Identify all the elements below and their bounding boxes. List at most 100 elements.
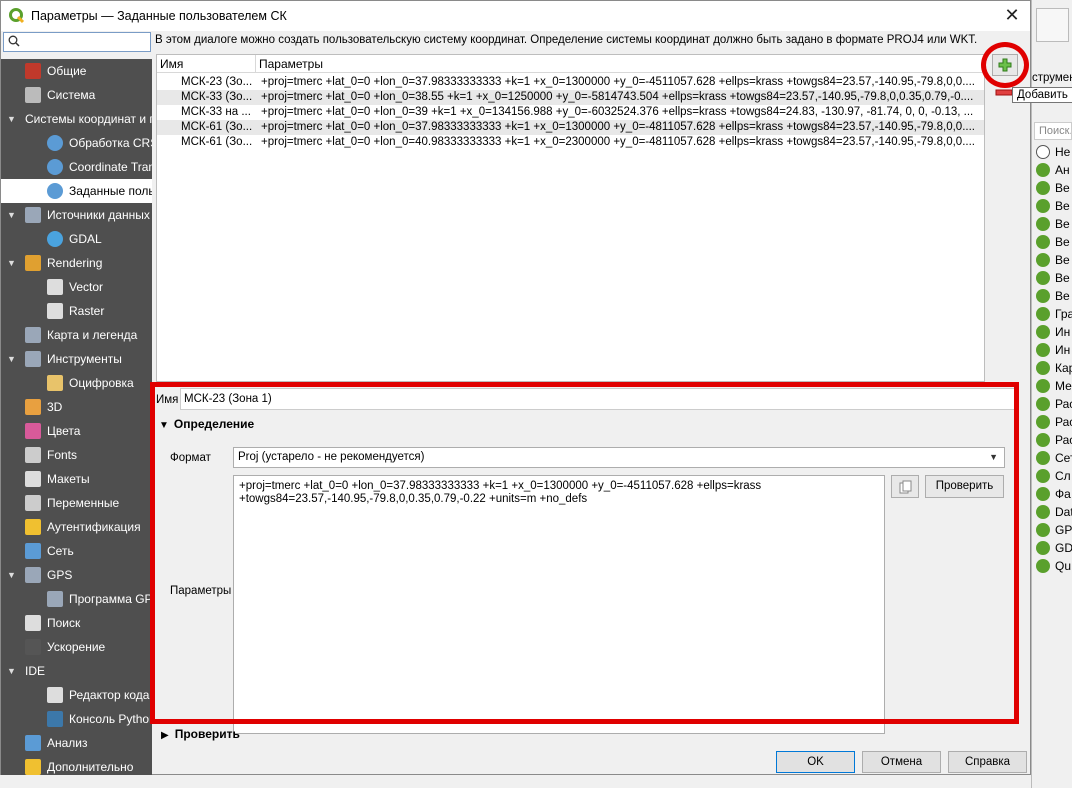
table-header: Имя Параметры <box>157 55 984 73</box>
toolbox-item[interactable]: Рас <box>1036 395 1072 413</box>
sidebar-item[interactable]: ▼ Системы координат и пр <box>1 107 152 131</box>
table-row[interactable]: МСК-33 (Зо... +proj=tmerc +lat_0=0 +lon_0… <box>157 90 984 105</box>
toolbox-item[interactable]: Рас <box>1036 431 1072 449</box>
sidebar-item[interactable]: ▼ GPS <box>1 563 152 587</box>
table-row[interactable]: МСК-61 (Зо... +proj=tmerc +lat_0=0 +lon_0… <box>157 120 984 135</box>
toolbox-title: струмен <box>1032 72 1072 84</box>
toolbox-item-label: Рас <box>1055 415 1072 429</box>
toolbox-item[interactable]: GD <box>1036 539 1072 557</box>
sidebar-item[interactable]: Аутентификация <box>1 515 152 539</box>
sidebar-item[interactable]: Fonts <box>1 443 152 467</box>
toolbox-item[interactable]: Не <box>1036 143 1070 161</box>
custom-crs-table[interactable]: Имя Параметры МСК-23 (Зо... +proj=tmerc +… <box>156 54 985 382</box>
toolbox-item[interactable]: Ин <box>1036 341 1070 359</box>
sidebar-item[interactable]: ▼ Инструменты <box>1 347 152 371</box>
qgis-provider-icon <box>1036 379 1050 393</box>
toolbox-item[interactable]: Ве <box>1036 197 1070 215</box>
toolbox-item[interactable]: Сл <box>1036 467 1071 485</box>
sidebar-item[interactable]: ▼ Rendering <box>1 251 152 275</box>
sidebar-item[interactable]: Консоль Python <box>1 707 152 731</box>
sidebar-item[interactable]: Цвета <box>1 419 152 443</box>
sidebar-item[interactable]: Поиск <box>1 611 152 635</box>
crs-options-dialog: Параметры — Заданные пользователем СК ✕ … <box>0 0 1031 775</box>
sidebar-item[interactable]: Система <box>1 83 152 107</box>
sidebar-item[interactable]: Coordinate Transf <box>1 155 152 179</box>
toolbox-item[interactable]: Рас <box>1036 413 1072 431</box>
sidebar-item[interactable]: Заданные поль <box>1 179 152 203</box>
globe-user-icon <box>47 183 63 199</box>
toolbox-item-label: Ве <box>1055 217 1070 231</box>
sidebar-item[interactable]: ▼ IDE <box>1 659 152 683</box>
toolbox-item[interactable]: Ве <box>1036 287 1070 305</box>
sidebar-item[interactable]: Ускорение <box>1 635 152 659</box>
expand-arrow-icon[interactable]: ▼ <box>7 563 16 587</box>
brush-icon <box>25 255 41 271</box>
sidebar-item[interactable]: Карта и легенда <box>1 323 152 347</box>
sidebar-item[interactable]: Редактор кода <box>1 683 152 707</box>
toolbox-item[interactable]: GP <box>1036 521 1072 539</box>
check-section-header[interactable]: ▶ Проверить <box>161 727 240 741</box>
crs-name-cell: МСК-33 на ... <box>181 106 251 118</box>
sidebar-item[interactable]: ▼ Источники данных <box>1 203 152 227</box>
toolbox-item[interactable]: Фа <box>1036 485 1071 503</box>
sidebar-item[interactable]: Макеты <box>1 467 152 491</box>
toolbox-item[interactable]: Гра <box>1036 305 1072 323</box>
sidebar-item[interactable]: Raster <box>1 299 152 323</box>
sidebar-item[interactable]: Дополнительно <box>1 755 152 775</box>
vector-icon <box>47 279 63 295</box>
toolbox-item[interactable]: Ме <box>1036 377 1072 395</box>
toolbox-item[interactable]: Ве <box>1036 179 1070 197</box>
sidebar-item[interactable]: Оцифровка <box>1 371 152 395</box>
sidebar-item[interactable]: Анализ <box>1 731 152 755</box>
toolbox-item[interactable]: Ве <box>1036 251 1070 269</box>
gps-icon <box>47 591 63 607</box>
variable-icon <box>25 495 41 511</box>
toolbox-item[interactable]: Сет <box>1036 449 1072 467</box>
sidebar-item-label: Сеть <box>47 544 74 558</box>
sidebar-item[interactable]: Программа GPS <box>1 587 152 611</box>
sidebar-item[interactable]: Общие <box>1 59 152 83</box>
help-button[interactable]: Справка <box>948 751 1027 773</box>
expand-arrow-icon[interactable]: ▼ <box>7 347 16 371</box>
sidebar-item[interactable]: Сеть <box>1 539 152 563</box>
sidebar-item-label: GPS <box>47 568 73 582</box>
raster-icon <box>47 303 63 319</box>
toolbox-item[interactable]: Dat <box>1036 503 1072 521</box>
toolbox-item[interactable]: Ве <box>1036 215 1070 233</box>
sidebar-item-label: Карта и легенда <box>47 328 138 342</box>
expand-arrow-icon[interactable]: ▼ <box>7 203 16 227</box>
analysis-icon <box>25 735 41 751</box>
table-row[interactable]: МСК-33 на ... +proj=tmerc +lat_0=0 +lon_0… <box>157 105 984 120</box>
title-bar[interactable]: Параметры — Заданные пользователем СК ✕ <box>1 1 1030 31</box>
toolbox-item[interactable]: Ан <box>1036 161 1070 179</box>
ok-button[interactable]: OK <box>776 751 855 773</box>
sidebar-item[interactable]: GDAL <box>1 227 152 251</box>
toolbox-item[interactable]: Qu <box>1036 557 1071 575</box>
expand-arrow-icon[interactable]: ▼ <box>7 107 16 131</box>
sidebar-item-label: Программа GPS <box>69 592 152 606</box>
toolbox-item-label: Рас <box>1055 433 1072 447</box>
sidebar-item-label: GDAL <box>69 232 102 246</box>
column-header-name[interactable]: Имя <box>160 57 183 71</box>
cancel-button[interactable]: Отмена <box>862 751 941 773</box>
table-row[interactable]: МСК-61 (Зо... +proj=tmerc +lat_0=0 +lon_0… <box>157 135 984 150</box>
sidebar-item[interactable]: Vector <box>1 275 152 299</box>
expand-arrow-icon[interactable]: ▼ <box>7 659 16 683</box>
toolbox-item[interactable]: Ве <box>1036 269 1070 287</box>
toolbox-item[interactable]: Ве <box>1036 233 1070 251</box>
toolbox-item[interactable]: Кар <box>1036 359 1072 377</box>
close-button[interactable]: ✕ <box>1000 4 1024 28</box>
sidebar-item[interactable]: Обработка CRS <box>1 131 152 155</box>
column-header-params[interactable]: Параметры <box>259 57 323 71</box>
sidebar-item[interactable]: 3D <box>1 395 152 419</box>
expand-arrow-icon[interactable]: ▼ <box>7 251 16 275</box>
sidebar-item[interactable]: Переменные <box>1 491 152 515</box>
sidebar-item-label: Coordinate Transf <box>69 160 152 174</box>
qgis-provider-icon <box>1036 433 1050 447</box>
toolbox-search-input[interactable]: Поиск... <box>1034 122 1072 140</box>
cube-icon <box>25 399 41 415</box>
table-row[interactable]: МСК-23 (Зо... +proj=tmerc +lat_0=0 +lon_0… <box>157 75 984 90</box>
qgis-provider-icon <box>1036 325 1050 339</box>
toolbox-item[interactable]: Ин <box>1036 323 1070 341</box>
options-search-input[interactable] <box>3 32 151 52</box>
